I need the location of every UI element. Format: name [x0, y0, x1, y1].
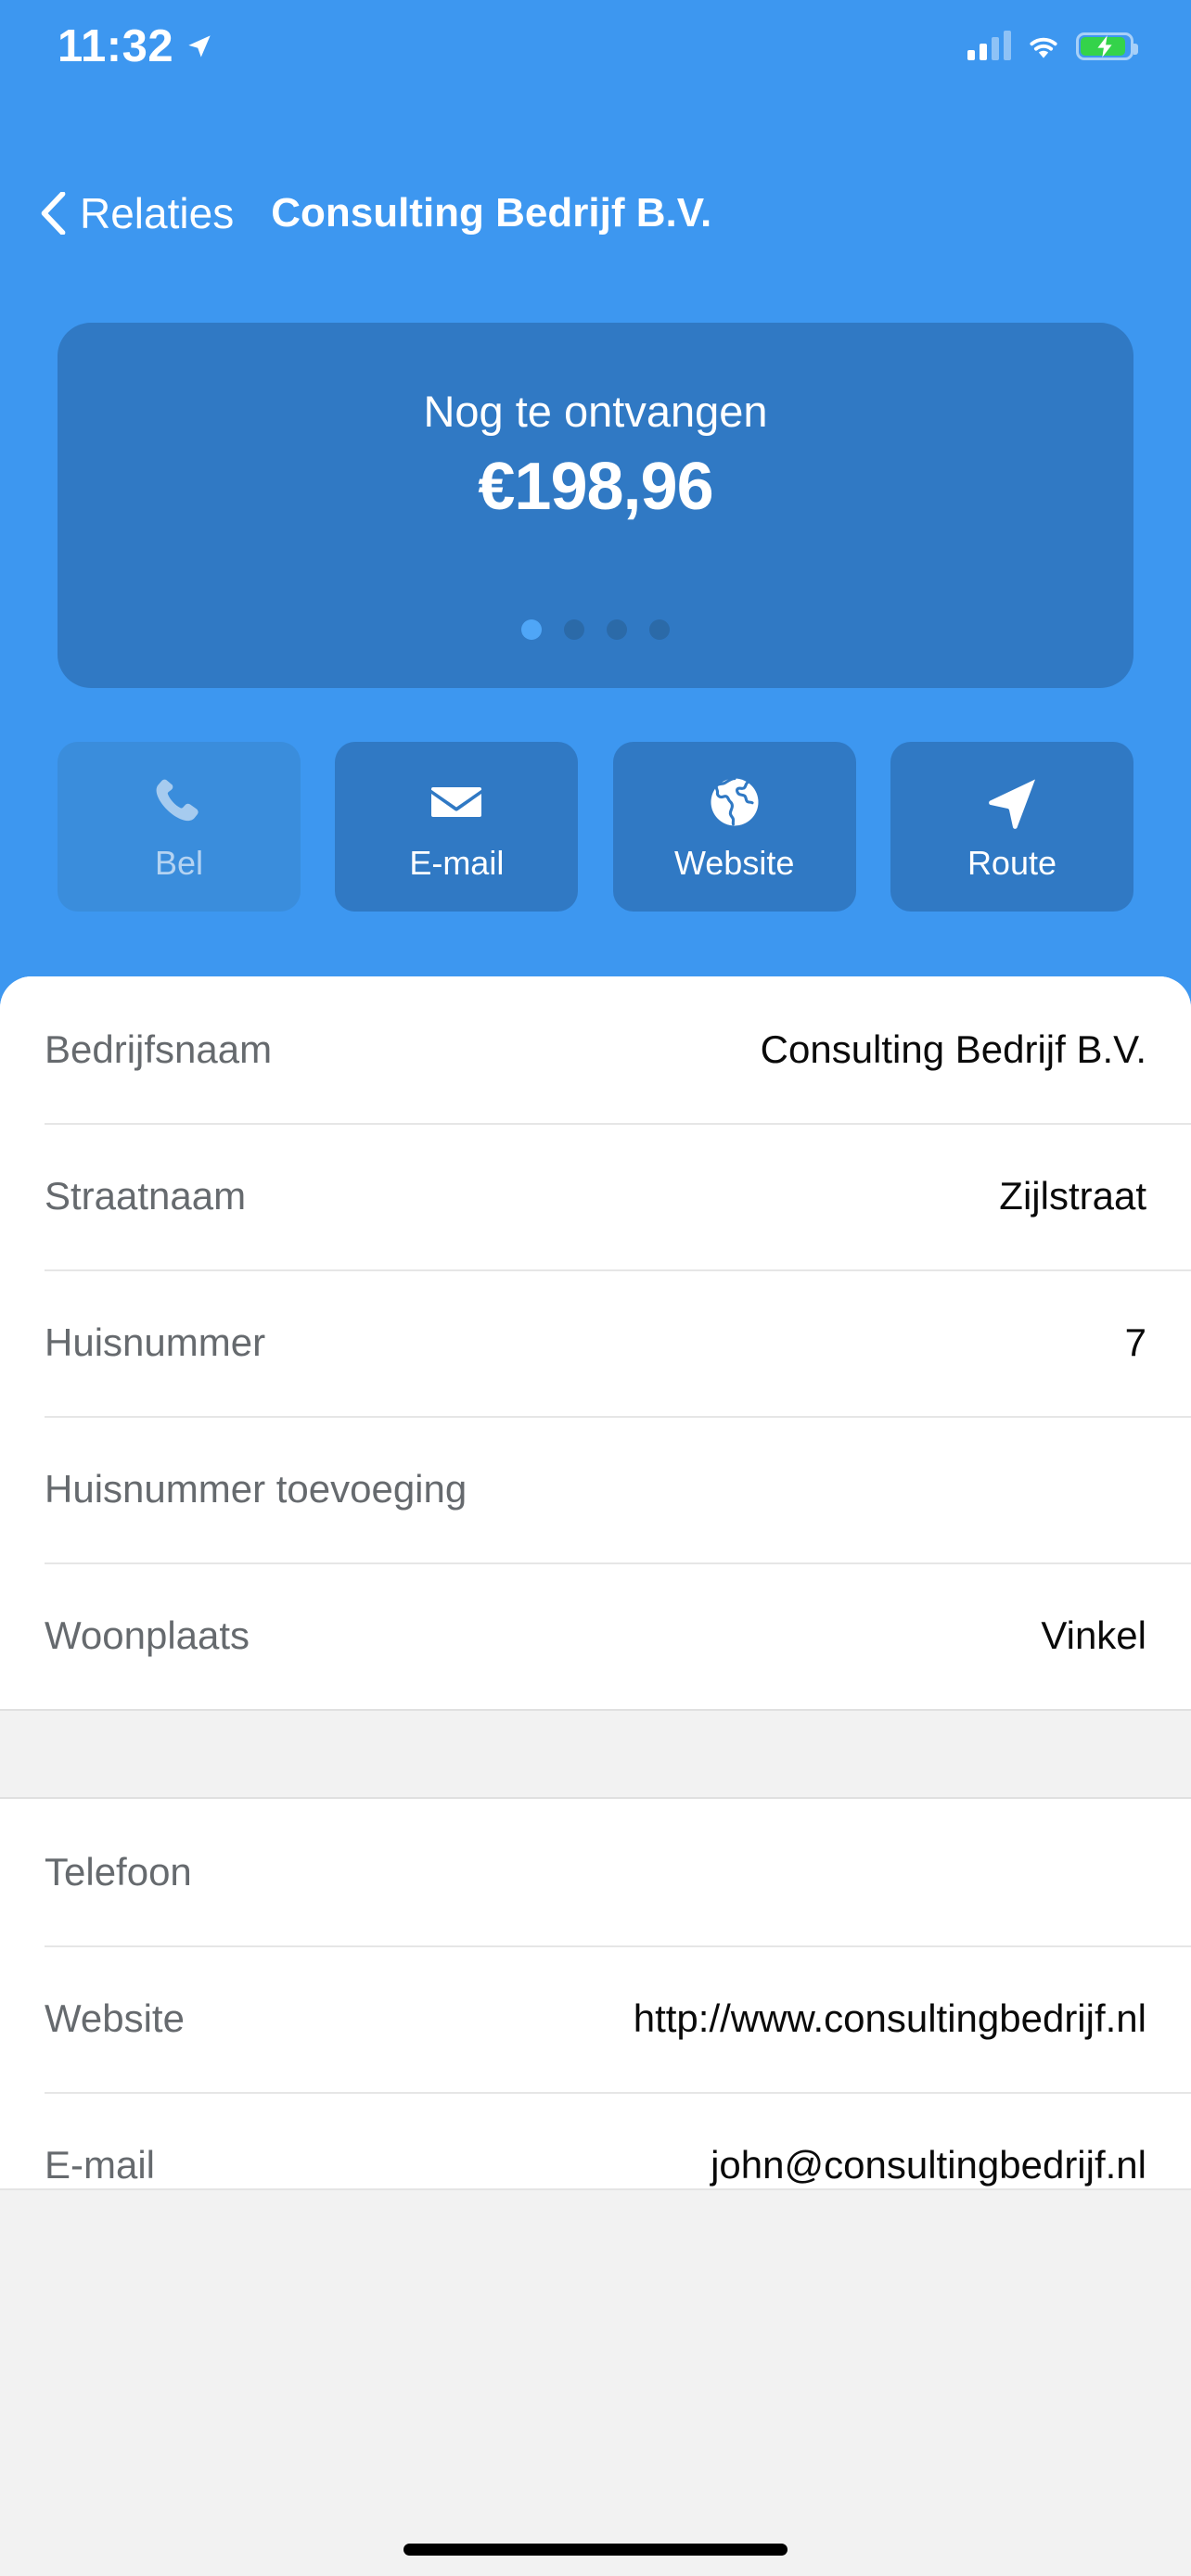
detail-row[interactable]: Straatnaam Zijlstraat: [0, 1123, 1191, 1269]
action-button-route[interactable]: Route: [890, 742, 1133, 912]
action-button-row: Bel E-mail Website Route: [58, 742, 1133, 912]
detail-row[interactable]: Huisnummer toevoeging: [0, 1416, 1191, 1562]
globe-icon: [707, 774, 762, 830]
balance-label: Nog te ontvangen: [423, 387, 768, 436]
detail-row-value: Zijlstraat: [999, 1174, 1146, 1218]
detail-row[interactable]: E-mail john@consultingbedrijf.nl: [0, 2092, 1191, 2188]
detail-row-label: Straatnaam: [45, 1174, 247, 1218]
cellular-signal-icon: [967, 31, 1011, 60]
detail-row-label: Woonplaats: [45, 1613, 250, 1657]
detail-row-label: Bedrijfsnaam: [45, 1027, 273, 1071]
action-button-label: Bel: [154, 843, 204, 882]
action-button-label: E-mail: [409, 843, 505, 882]
page-title: Consulting Bedrijf B.V.: [271, 190, 712, 236]
status-bar: 11:32: [0, 0, 1191, 93]
lightning-bolt-icon: [1097, 35, 1112, 57]
page-dot-2[interactable]: [607, 619, 627, 640]
detail-row[interactable]: Telefoon: [0, 1799, 1191, 1945]
section-separator: [0, 1709, 1191, 1799]
detail-row[interactable]: Website http://www.consultingbedrijf.nl: [0, 1945, 1191, 2092]
detail-row[interactable]: Woonplaats Vinkel: [0, 1562, 1191, 1709]
detail-row-value: http://www.consultingbedrijf.nl: [633, 1996, 1146, 2040]
status-bar-left: 11:32: [58, 20, 212, 71]
page-indicator-dots[interactable]: [58, 619, 1133, 640]
page-dot-1[interactable]: [564, 619, 584, 640]
action-button-e-mail[interactable]: E-mail: [335, 742, 579, 912]
detail-row-value: 7: [1124, 1320, 1146, 1364]
action-button-bel: Bel: [58, 742, 301, 912]
envelope-icon: [429, 774, 484, 830]
detail-row[interactable]: Bedrijfsnaam Consulting Bedrijf B.V.: [0, 976, 1191, 1123]
navigation-bar: Relaties Consulting Bedrijf B.V.: [0, 167, 1191, 260]
page-dot-3[interactable]: [649, 619, 670, 640]
balance-amount: €198,96: [478, 450, 713, 524]
detail-row-value: Vinkel: [1041, 1613, 1146, 1657]
detail-row-value: john@consultingbedrijf.nl: [711, 2143, 1146, 2187]
page-dot-0[interactable]: [521, 619, 542, 640]
phone-screen: 11:32 Relaties Consulting Bedrijf B.V. N…: [0, 0, 1191, 2576]
status-bar-right: [967, 31, 1138, 60]
action-button-label: Route: [967, 843, 1057, 882]
detail-row[interactable]: Huisnummer 7: [0, 1269, 1191, 1416]
status-bar-clock: 11:32: [58, 20, 174, 71]
bottom-blank-area: [0, 2188, 1191, 2576]
detail-row-label: Telefoon: [45, 1850, 192, 1894]
battery-charging-icon: [1076, 32, 1138, 60]
detail-row-label: E-mail: [45, 2143, 156, 2187]
detail-row-label: Website: [45, 1996, 185, 2040]
phone-icon: [151, 774, 207, 830]
back-button-label: Relaties: [80, 189, 235, 237]
back-button[interactable]: Relaties: [39, 192, 234, 235]
action-button-website[interactable]: Website: [612, 742, 856, 912]
action-button-label: Website: [673, 843, 795, 882]
chevron-left-icon: [41, 192, 66, 235]
home-indicator-bar[interactable]: [403, 2544, 788, 2556]
navigation-arrow-icon: [984, 774, 1040, 830]
wifi-icon: [1030, 37, 1057, 58]
detail-row-label: Huisnummer: [45, 1320, 266, 1364]
location-arrow-icon: [188, 35, 211, 57]
detail-row-label: Huisnummer toevoeging: [45, 1467, 467, 1511]
balance-card[interactable]: Nog te ontvangen €198,96: [58, 323, 1133, 688]
detail-row-value: Consulting Bedrijf B.V.: [760, 1027, 1146, 1071]
details-panel: Bedrijfsnaam Consulting Bedrijf B.V. Straa…: [0, 976, 1191, 2188]
